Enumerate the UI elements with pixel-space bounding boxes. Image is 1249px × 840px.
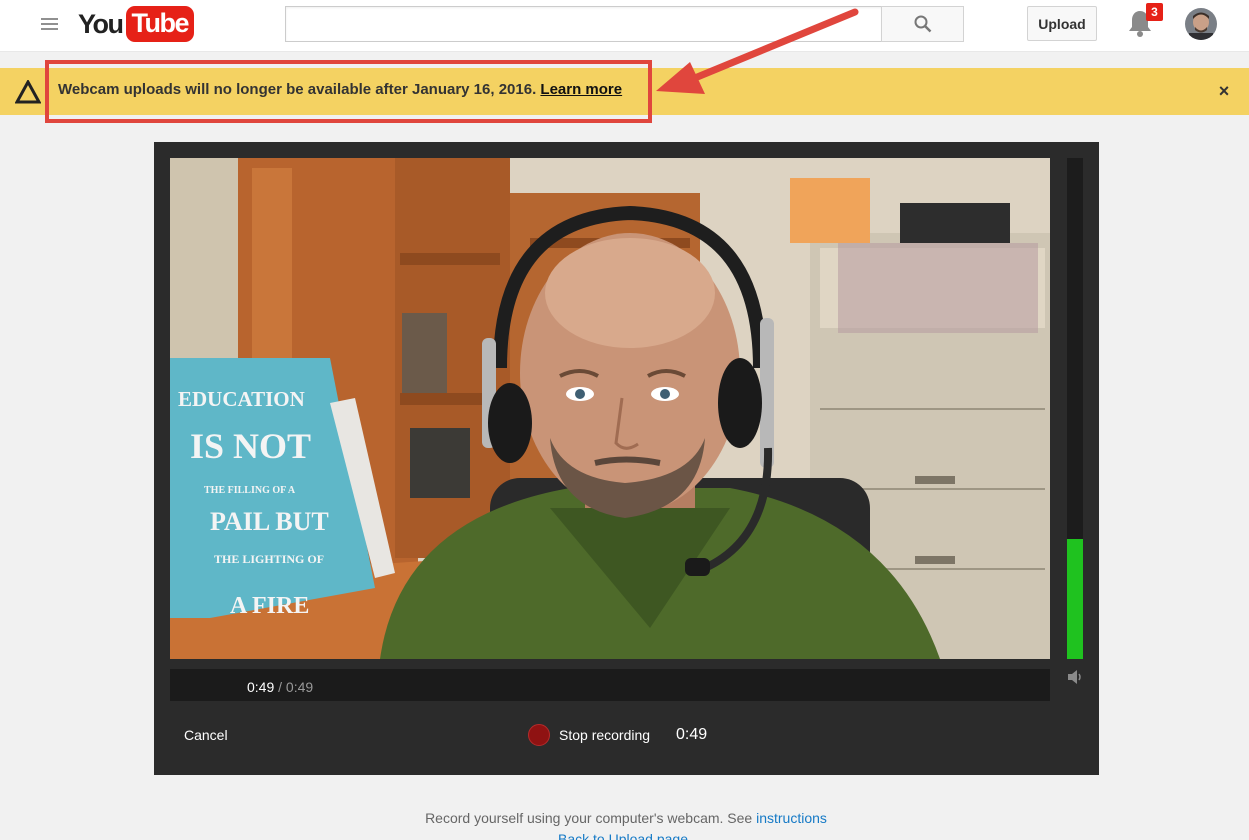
- book-text-2: IS NOT: [190, 426, 311, 466]
- stop-recording-label: Stop recording: [559, 727, 651, 743]
- user-avatar[interactable]: [1185, 8, 1217, 40]
- total-time: 0:49: [285, 679, 314, 695]
- warning-triangle-icon: [15, 80, 41, 104]
- recording-elapsed-time: 0:49: [676, 726, 708, 743]
- instructions-link[interactable]: instructions: [756, 810, 827, 826]
- time-separator: /: [278, 679, 283, 695]
- webcam-preview: EDUCATION IS NOT THE FILLING OF A PAIL B…: [170, 158, 1050, 659]
- search-input[interactable]: [285, 6, 882, 42]
- stop-recording-button[interactable]: Stop recording: [528, 724, 650, 746]
- masthead: You Tube Upload 3: [0, 0, 1249, 52]
- learn-more-link[interactable]: Learn more: [540, 81, 622, 98]
- webcam-recorder: EDUCATION IS NOT THE FILLING OF A PAIL B…: [154, 142, 1099, 775]
- speaker-icon[interactable]: [1066, 668, 1086, 686]
- record-dot-icon: [528, 724, 550, 746]
- youtube-logo[interactable]: You Tube: [78, 6, 194, 42]
- alert-message-text: Webcam uploads will no longer be availab…: [58, 81, 537, 98]
- search-button[interactable]: [881, 6, 964, 42]
- back-to-upload-link[interactable]: Back to Upload page: [558, 831, 688, 840]
- upload-button[interactable]: Upload: [1027, 6, 1097, 41]
- footer-text: Record yourself using your computer's we…: [0, 810, 1249, 826]
- book-text-6: A FIRE: [230, 593, 309, 619]
- logo-tube-text: Tube: [125, 6, 194, 42]
- footer-description: Record yourself using your computer's we…: [425, 810, 753, 826]
- hamburger-menu-icon[interactable]: [38, 14, 60, 36]
- book-text-4: PAIL BUT: [210, 507, 329, 536]
- audio-level-meter: [1067, 158, 1083, 659]
- close-icon[interactable]: ×: [1215, 82, 1233, 100]
- book-text-3: THE FILLING OF A: [204, 485, 296, 496]
- book-text-5: THE LIGHTING OF: [214, 552, 324, 566]
- alert-message: Webcam uploads will no longer be availab…: [58, 81, 622, 98]
- logo-you-text: You: [78, 8, 124, 39]
- webcam-frame: EDUCATION IS NOT THE FILLING OF A PAIL B…: [170, 158, 1050, 659]
- notification-count-badge: 3: [1146, 3, 1163, 21]
- search-icon: [914, 15, 931, 33]
- audio-level-fill: [1067, 538, 1083, 659]
- cancel-button[interactable]: Cancel: [184, 727, 228, 743]
- time-display: 0:49 / 0:49: [247, 679, 313, 695]
- book-text-1: EDUCATION: [178, 387, 305, 411]
- current-time: 0:49: [247, 679, 275, 695]
